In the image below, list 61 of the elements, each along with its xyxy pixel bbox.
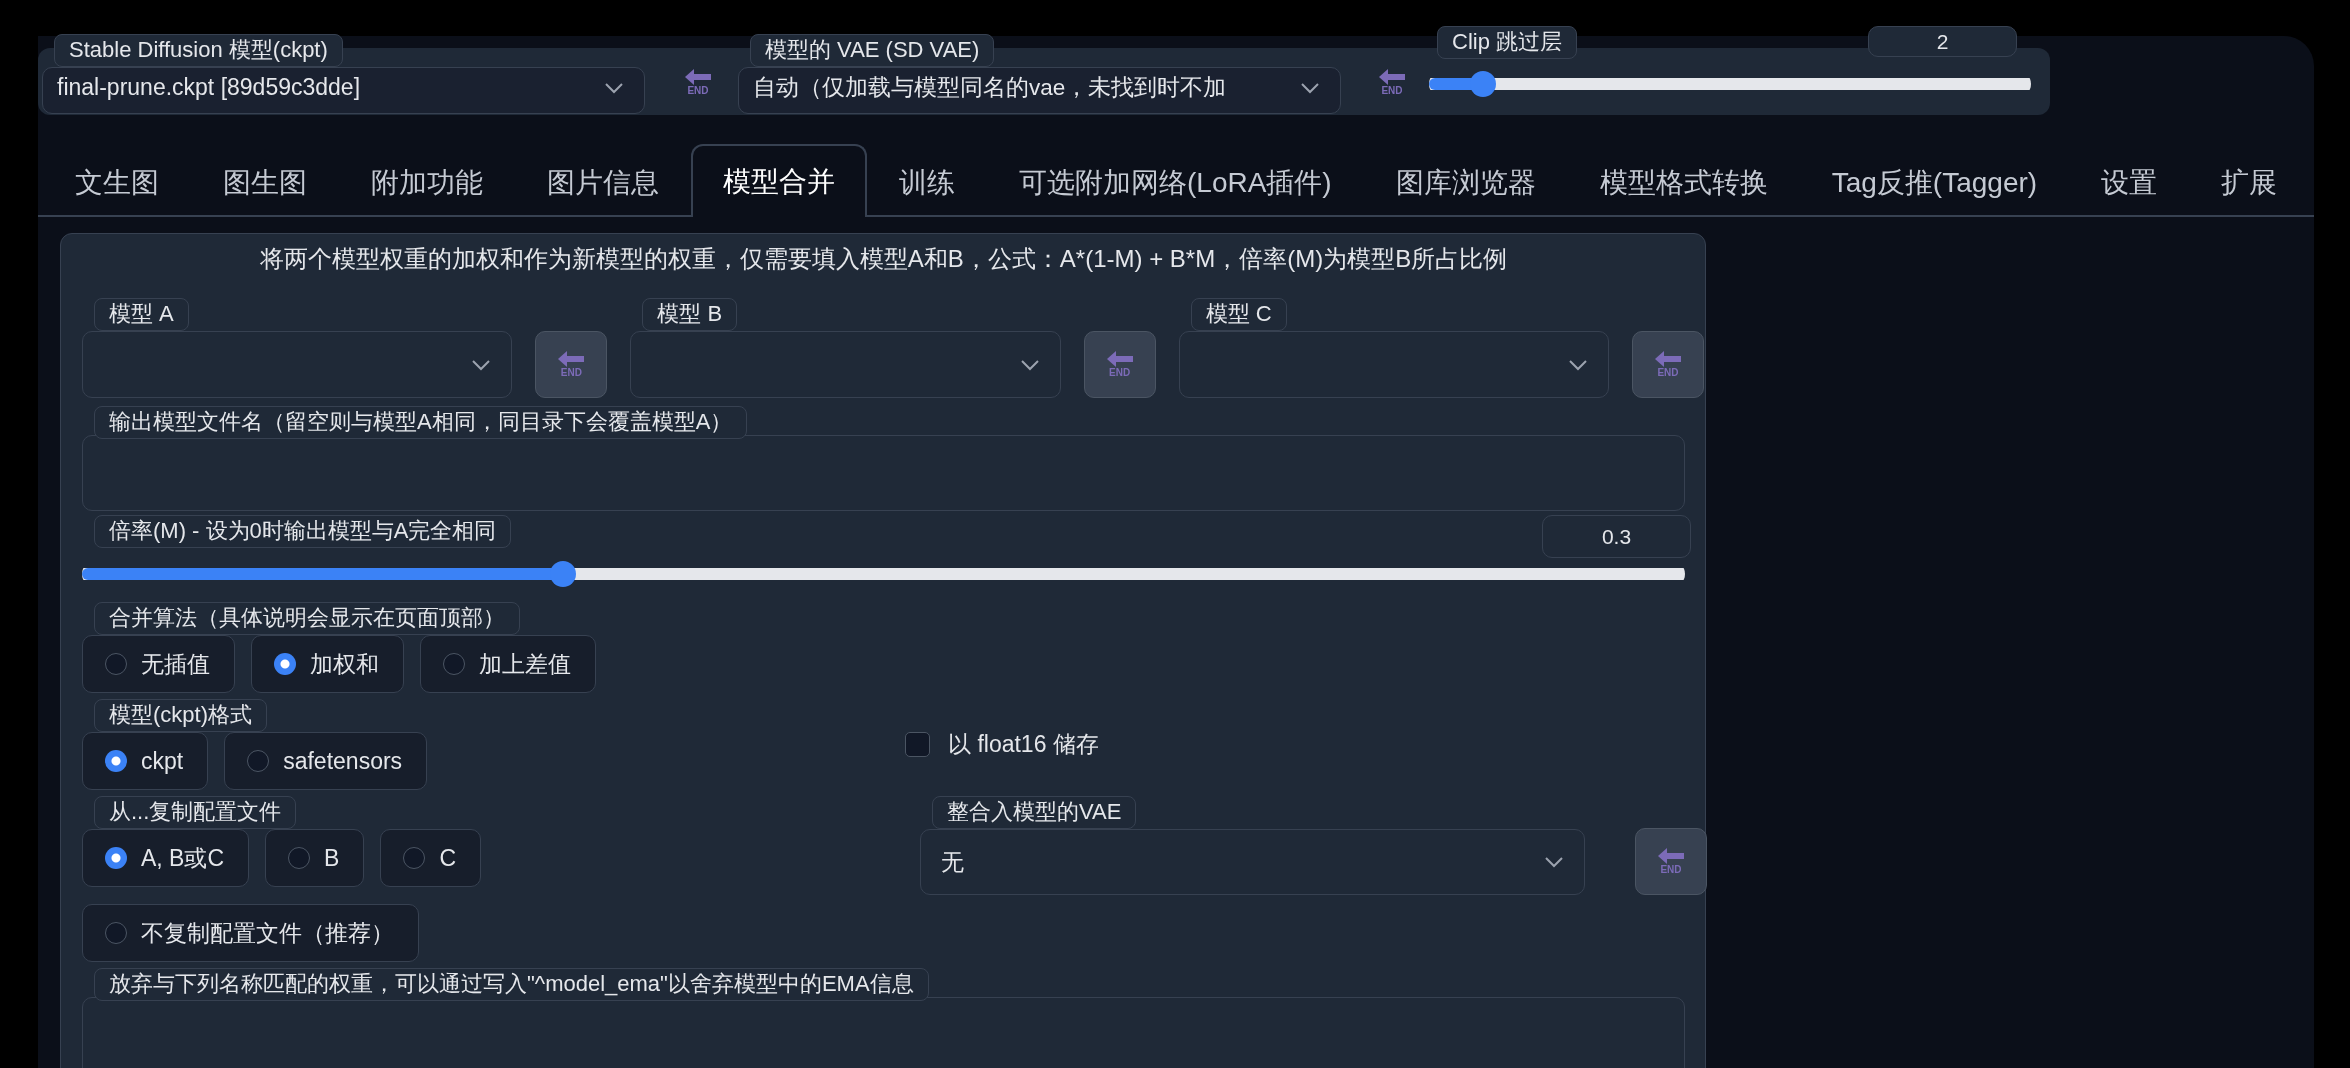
field-label: 整合入模型的VAE	[932, 796, 1137, 829]
dropdown[interactable]	[630, 331, 1061, 398]
arrow-left-icon	[1655, 351, 1681, 367]
number-input[interactable]: 2	[1868, 26, 2017, 57]
chevron-down-icon	[1544, 856, 1564, 868]
field-label: 模型的 VAE (SD VAE)	[750, 34, 995, 67]
dropdown[interactable]: final-prune.ckpt [89d59c3dde]	[42, 67, 645, 114]
chevron-down-icon	[471, 358, 492, 371]
field-label: 模型(ckpt)格式	[94, 699, 267, 732]
description-text: 将两个模型权重的加权和作为新模型的权重，仅需要填入模型A和B，公式：A*(1-M) + B*M，倍率(M)为模型B所占比例	[258, 244, 1509, 274]
tab[interactable]: Tag反推(Tagger)	[1799, 146, 2070, 217]
radio-option[interactable]: 加权和	[251, 635, 404, 693]
checkbox-label: 以 float16 储存	[948, 730, 1099, 759]
tab[interactable]: 图库浏览器	[1363, 146, 1568, 217]
arrow-left-icon	[1379, 68, 1405, 85]
radio-option[interactable]: C	[380, 829, 482, 887]
tab[interactable]: 模型格式转换	[1567, 146, 1800, 217]
slider-thumb[interactable]	[1470, 70, 1497, 97]
tab[interactable]: 训练	[867, 146, 987, 217]
text-field[interactable]	[82, 997, 1685, 1068]
field-label: 输出模型文件名（留空则与模型A相同，同目录下会覆盖模型A）	[94, 406, 748, 439]
tab[interactable]: 可选附加网络(LoRA插件)	[987, 146, 1364, 217]
arrow-left-icon	[558, 351, 585, 367]
checkbox[interactable]	[905, 732, 930, 757]
radio-option[interactable]: safetensors	[224, 732, 428, 790]
dropdown[interactable]: 自动（仅加载与模型同名的vae，未找到时不加	[738, 67, 1341, 114]
slider-thumb[interactable]	[549, 561, 576, 587]
text-field[interactable]	[82, 435, 1685, 511]
arrow-left-icon	[1106, 351, 1133, 367]
tab[interactable]: 附加功能	[339, 146, 515, 217]
arrow-left-icon	[685, 68, 711, 85]
field-label: 倍率(M) - 设为0时输出模型与A完全相同	[94, 515, 512, 548]
radio-option[interactable]: B	[265, 829, 365, 887]
field-label: 从...复制配置文件	[94, 796, 297, 829]
number-input[interactable]: 0.3	[1542, 515, 1691, 558]
radio-option[interactable]: 不复制配置文件（推荐）	[82, 904, 419, 962]
chevron-down-icon	[1300, 81, 1320, 94]
field-label: Stable Diffusion 模型(ckpt)	[54, 34, 343, 67]
tab[interactable]: 扩展	[2189, 146, 2310, 217]
radio-option[interactable]: 加上差值	[420, 635, 596, 693]
field-label: 模型 A	[94, 298, 189, 331]
dropdown[interactable]	[82, 331, 513, 398]
field-label: 模型 B	[642, 298, 738, 331]
field-label: 合并算法（具体说明会显示在页面顶部）	[94, 602, 520, 635]
field-label: 模型 C	[1190, 298, 1287, 331]
chevron-down-icon	[1568, 358, 1588, 371]
radio-option[interactable]: A, B或C	[82, 829, 250, 887]
chevron-down-icon	[1019, 358, 1040, 371]
tab[interactable]: 图生图	[191, 146, 339, 217]
tab[interactable]: 模型合并	[691, 144, 867, 217]
field-label: Clip 跳过层	[1437, 26, 1577, 59]
dropdown[interactable]: 无	[920, 829, 1585, 895]
arrow-left-icon	[1658, 848, 1684, 864]
chevron-down-icon	[604, 81, 624, 94]
radio-option[interactable]: ckpt	[82, 732, 209, 790]
tab[interactable]: 图片信息	[515, 146, 691, 217]
field-label: 放弃与下列名称匹配的权重，可以通过写入"^model_ema"以舍弃模型中的EMA信息	[94, 968, 929, 1001]
dropdown[interactable]	[1178, 331, 1609, 398]
radio-option[interactable]: 无插值	[82, 635, 235, 693]
tab[interactable]: 文生图	[43, 146, 191, 217]
tab[interactable]: 设置	[2069, 146, 2190, 217]
